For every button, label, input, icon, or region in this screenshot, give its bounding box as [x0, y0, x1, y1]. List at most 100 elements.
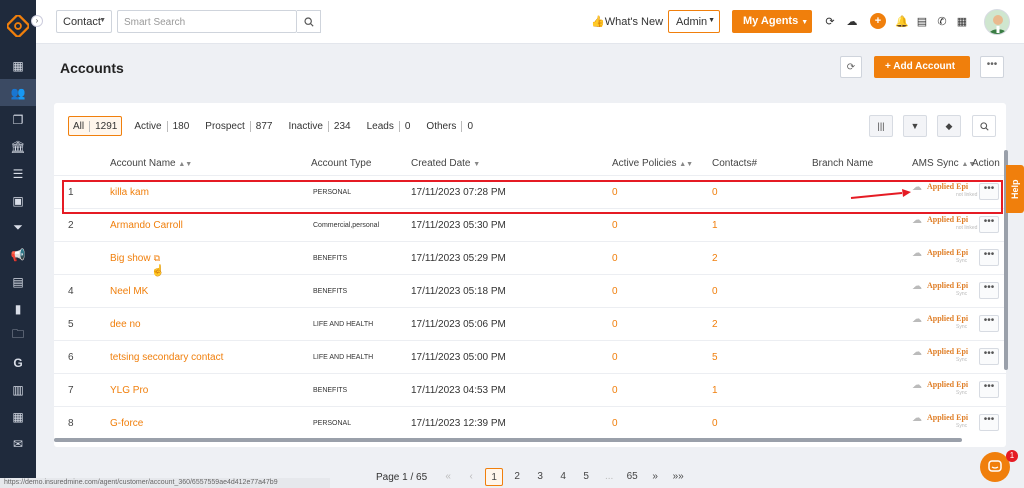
- sidebar-item-calendar[interactable]: ▦: [0, 403, 36, 430]
- first-page-button[interactable]: «: [439, 468, 457, 486]
- phone-icon[interactable]: ✆: [934, 13, 950, 29]
- active-policies-count[interactable]: 0: [612, 253, 618, 264]
- account-name-link[interactable]: YLG Pro: [110, 385, 148, 396]
- role-selector[interactable]: Admin ▼: [668, 10, 720, 33]
- sidebar-item-dashboard[interactable]: ▦: [0, 52, 36, 79]
- column-active-policies[interactable]: Active Policies ▲▼: [612, 158, 693, 169]
- horizontal-scrollbar[interactable]: [54, 438, 962, 442]
- whats-new-link[interactable]: 👍What's New: [591, 15, 663, 28]
- ams-sync-status[interactable]: ☁ Applied Epi Sync: [912, 380, 974, 396]
- next-page-button[interactable]: »: [646, 468, 664, 486]
- row-action-button[interactable]: •••: [979, 381, 999, 398]
- active-policies-count[interactable]: 0: [612, 220, 618, 231]
- sidebar-item-list[interactable]: ☰: [0, 160, 36, 187]
- table-row[interactable]: Big show ⧉ BENEFITS 17/11/2023 05:29 PM 0 2 ☁ A…: [54, 241, 1006, 274]
- sidebar-item-files[interactable]: ▥: [0, 376, 36, 403]
- account-name-link[interactable]: Neel MK: [110, 286, 148, 297]
- row-action-button[interactable]: •••: [979, 348, 999, 365]
- ams-sync-status[interactable]: ☁ Applied Epi Sync: [912, 248, 974, 264]
- sidebar-expand-button[interactable]: ›: [31, 15, 43, 27]
- active-policies-count[interactable]: 0: [612, 418, 618, 429]
- contacts-count[interactable]: 0: [712, 418, 718, 429]
- page-button[interactable]: 2: [508, 468, 526, 486]
- sidebar-item-folders[interactable]: 🗀: [0, 322, 36, 349]
- sidebar-item-institution[interactable]: 🏛: [0, 133, 36, 160]
- more-options-button[interactable]: •••: [980, 56, 1004, 78]
- table-row[interactable]: 7 YLG Pro BENEFITS 17/11/2023 04:53 PM 0 1 ☁ Ap…: [54, 373, 1006, 406]
- refresh-icon[interactable]: ⟳: [822, 13, 838, 29]
- sidebar-item-documents[interactable]: ▤: [0, 268, 36, 295]
- bell-icon[interactable]: 🔔: [894, 13, 910, 29]
- column-account-name[interactable]: Account Name ▲▼: [110, 158, 192, 169]
- filter-active[interactable]: Active 180: [130, 116, 193, 136]
- cloud-sync-icon[interactable]: ☁: [844, 13, 860, 29]
- filter-others[interactable]: Others 0: [422, 116, 477, 136]
- sidebar-item-contacts[interactable]: 👥: [0, 79, 36, 106]
- help-tab[interactable]: Help: [1006, 165, 1024, 213]
- tags-button[interactable]: ◆: [937, 115, 961, 137]
- contacts-count[interactable]: 0: [712, 286, 718, 297]
- row-action-button[interactable]: •••: [979, 315, 999, 332]
- columns-button[interactable]: |||: [869, 115, 893, 137]
- account-name-link[interactable]: tetsing secondary contact: [110, 352, 223, 363]
- filter-inactive[interactable]: Inactive 234: [284, 116, 354, 136]
- contacts-count[interactable]: 2: [712, 253, 718, 264]
- contacts-count[interactable]: 5: [712, 352, 718, 363]
- page-button[interactable]: 5: [577, 468, 595, 486]
- active-policies-count[interactable]: 0: [612, 286, 618, 297]
- filter-button[interactable]: ▼: [903, 115, 927, 137]
- column-ams-sync[interactable]: AMS Sync ▲▼: [912, 158, 975, 169]
- search-button[interactable]: [297, 10, 321, 33]
- filter-all[interactable]: All 1291: [68, 116, 123, 136]
- row-action-button[interactable]: •••: [979, 249, 999, 266]
- table-row[interactable]: 5 dee no LIFE AND HEALTH 17/11/2023 05:06 P…: [54, 307, 1006, 340]
- column-created-date[interactable]: Created Date ▼: [411, 158, 480, 169]
- user-avatar[interactable]: [984, 9, 1010, 35]
- apps-icon[interactable]: ▦: [954, 13, 970, 29]
- table-row[interactable]: 6 tetsing secondary contact LIFE AND HEALT…: [54, 340, 1006, 373]
- page-button[interactable]: 3: [531, 468, 549, 486]
- account-name-link[interactable]: Big show ⧉: [110, 253, 160, 264]
- ams-sync-status[interactable]: ☁ Applied Epi Sync: [912, 413, 974, 429]
- account-name-link[interactable]: Armando Carroll: [110, 220, 183, 231]
- sidebar-item-id-card[interactable]: ▣: [0, 187, 36, 214]
- contacts-count[interactable]: 1: [712, 220, 718, 231]
- refresh-list-button[interactable]: ⟳: [840, 56, 862, 78]
- smart-search-input[interactable]: Smart Search: [117, 10, 297, 33]
- sidebar-item-mail[interactable]: ✉: [0, 430, 36, 457]
- sidebar-item-campaigns[interactable]: 📢: [0, 241, 36, 268]
- row-action-button[interactable]: •••: [979, 216, 999, 233]
- filter-leads[interactable]: Leads 0: [363, 116, 415, 136]
- account-name-link[interactable]: G-force: [110, 418, 143, 429]
- ams-sync-status[interactable]: ☁ Applied Epi Sync: [912, 347, 974, 363]
- active-policies-count[interactable]: 0: [612, 352, 618, 363]
- add-account-button[interactable]: + Add Account: [874, 56, 970, 78]
- active-policies-count[interactable]: 0: [612, 385, 618, 396]
- prev-page-button[interactable]: ‹: [462, 468, 480, 486]
- page-button[interactable]: 1: [485, 468, 504, 486]
- sidebar-item-funnel[interactable]: ⏷: [0, 214, 36, 241]
- sidebar-item-google[interactable]: G: [0, 349, 36, 376]
- plus-icon[interactable]: +: [870, 13, 886, 29]
- ams-sync-status[interactable]: ☁ Applied Epi Sync: [912, 314, 974, 330]
- contacts-count[interactable]: 2: [712, 319, 718, 330]
- row-action-button[interactable]: •••: [979, 414, 999, 431]
- contacts-count[interactable]: 1: [712, 385, 718, 396]
- notes-icon[interactable]: ▤: [914, 13, 930, 29]
- page-button[interactable]: 4: [554, 468, 572, 486]
- last-page-button[interactable]: »»: [669, 468, 687, 486]
- filter-prospect[interactable]: Prospect 877: [201, 116, 276, 136]
- page-button[interactable]: 65: [623, 468, 641, 486]
- ams-sync-status[interactable]: ☁ Applied Epi Sync: [912, 281, 974, 297]
- row-action-button[interactable]: •••: [979, 282, 999, 299]
- entity-selector[interactable]: Contact ▼: [56, 10, 112, 33]
- table-row[interactable]: 8 G-force PERSONAL 17/11/2023 12:39 PM 0 0 ☁ Ap…: [54, 406, 1006, 439]
- my-agents-button[interactable]: My Agents ▼: [732, 10, 812, 33]
- active-policies-count[interactable]: 0: [612, 319, 618, 330]
- ams-sync-status[interactable]: ☁ Applied Epi not linked: [912, 215, 977, 231]
- table-search-button[interactable]: [972, 115, 996, 137]
- external-link-icon[interactable]: ⧉: [154, 253, 160, 263]
- app-logo[interactable]: [0, 0, 36, 52]
- table-row[interactable]: 4 Neel MK BENEFITS 17/11/2023 05:18 PM 0 0 ☁ Ap…: [54, 274, 1006, 307]
- sidebar-item-copy[interactable]: ❐: [0, 106, 36, 133]
